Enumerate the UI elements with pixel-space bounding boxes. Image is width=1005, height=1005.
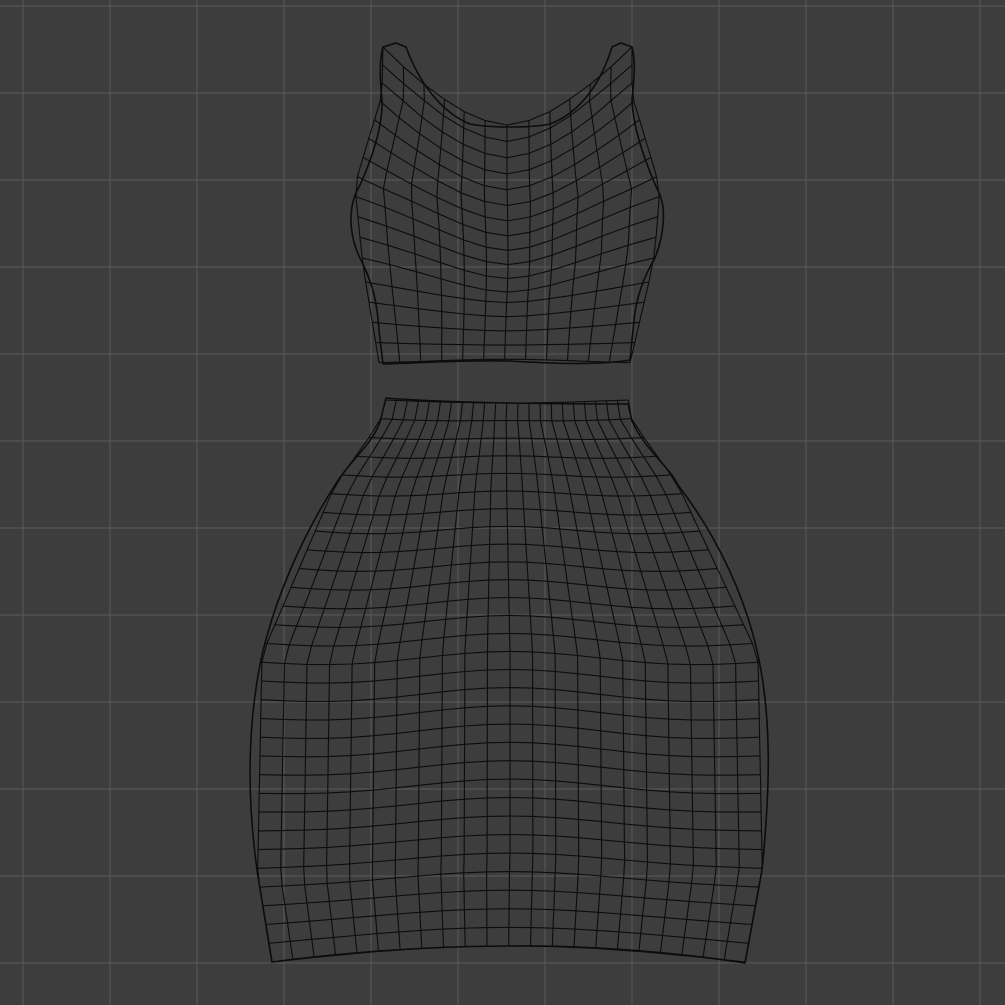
edge-loop: [561, 402, 626, 950]
edge-loop: [504, 125, 509, 360]
edge-loop: [505, 402, 511, 947]
edge-loop: [349, 401, 430, 954]
crop-top-wire-edges: [355, 46, 660, 364]
edge-loop: [525, 120, 531, 360]
edge-loop: [587, 84, 605, 362]
edge-loop: [483, 120, 488, 360]
viewport-canvas[interactable]: [0, 0, 1005, 1005]
edge-loop: [486, 402, 497, 947]
floor-grid: [0, 0, 1005, 1005]
edge-loop: [572, 401, 649, 952]
edge-loop: [583, 401, 671, 954]
3d-viewport[interactable]: [0, 0, 1005, 1005]
edge-loop: [382, 66, 405, 363]
edge-loop: [460, 111, 465, 360]
edge-loop: [463, 402, 486, 947]
edge-loop: [517, 402, 534, 947]
edge-loop: [539, 402, 580, 948]
skirt-mesh[interactable]: [249, 397, 770, 964]
crop-top-mesh[interactable]: [350, 42, 665, 365]
skirt-wire-edges: [257, 399, 763, 963]
edge-loop: [440, 402, 475, 948]
edge-loop: [545, 111, 554, 360]
edge-loop: [566, 99, 579, 361]
